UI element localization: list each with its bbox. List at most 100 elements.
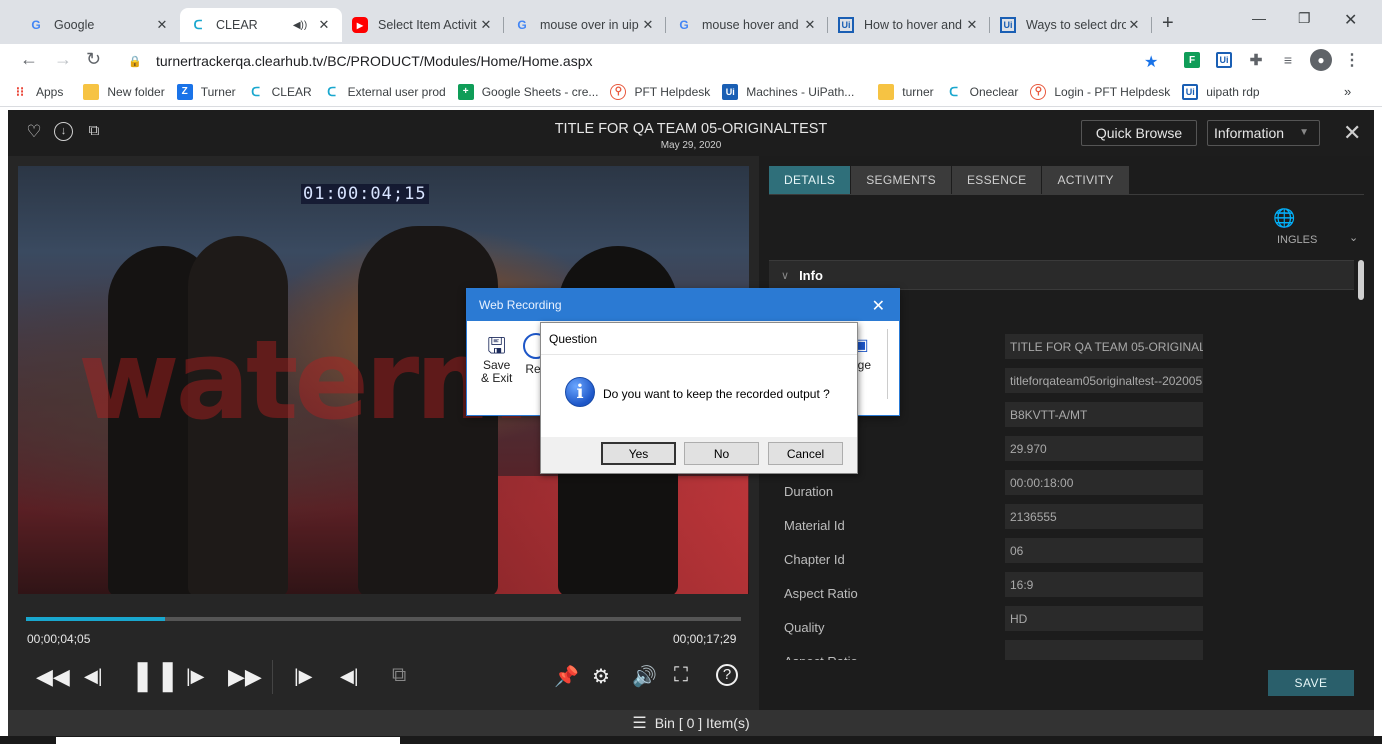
no-button[interactable]: No [684, 442, 759, 465]
browser-tab-mouse-over[interactable]: G mouse over in uip ✕ [504, 8, 666, 42]
rewind-icon[interactable]: ◀◀ [36, 664, 70, 690]
bookmark-turner-folder[interactable]: turner [878, 83, 934, 100]
close-tab-icon[interactable]: ✕ [802, 17, 818, 33]
bookmark-pft-helpdesk[interactable]: ⚲ PFT Helpdesk [610, 83, 710, 100]
forward-arrow-icon[interactable]: → [54, 49, 72, 70]
globe-icon[interactable]: 🌐 [1273, 208, 1295, 229]
tab-title: How to hover and [864, 18, 962, 32]
browser-tab-how-to-hover[interactable]: Ui How to hover and ✕ [828, 8, 990, 42]
url-text: turnertrackerqa.clearhub.tv/BC/PRODUCT/M… [156, 53, 593, 69]
new-tab-plus-icon[interactable]: + [1162, 12, 1174, 35]
extensions-puzzle-icon[interactable]: ✚ [1248, 52, 1264, 69]
bin-bar[interactable]: ☰ Bin [ 0 ] Item(s) [8, 710, 1374, 736]
fullscreen-icon[interactable]: ⛶ [674, 664, 688, 687]
uipath-extension-icon[interactable]: Ui [1216, 52, 1232, 68]
bookmark-login-pft-helpdesk[interactable]: ⚲ Login - PFT Helpdesk [1030, 83, 1170, 100]
close-icon[interactable]: ✕ [1343, 120, 1361, 146]
tab-title: Ways to select dro [1026, 18, 1126, 32]
field-material-id[interactable]: 2136555 [1005, 504, 1203, 529]
scrollbar-thumb[interactable] [1358, 260, 1364, 300]
chevron-down-icon[interactable]: ⌄ [1349, 231, 1358, 244]
bookmark-star-icon[interactable]: ★ [1144, 52, 1158, 72]
bookmark-external-user-prod[interactable]: ᑕ External user prod [324, 84, 445, 100]
close-tab-icon[interactable]: ✕ [478, 17, 494, 33]
field-duration[interactable]: 00:00:18:00 [1005, 470, 1203, 495]
media-queue-icon[interactable]: ≡ [1280, 52, 1296, 68]
save-exit-button[interactable]: 🖫 Save & Exit [481, 333, 512, 385]
back-arrow-icon[interactable]: ← [20, 49, 38, 70]
window-close-icon[interactable]: ✕ [1344, 10, 1357, 30]
bookmarks-bar: ⁝⁝ Apps New folder Z Turner ᑕ CLEAR ᑕ Extern… [0, 77, 1382, 107]
step-forward-icon[interactable]: |▶ [186, 666, 205, 687]
language-label[interactable]: INGLES [1277, 234, 1317, 246]
tab-segments[interactable]: SEGMENTS [851, 166, 951, 194]
sheets-extension-icon[interactable]: F [1184, 52, 1200, 68]
settings-gear-icon[interactable]: ⚙ [592, 664, 610, 689]
tab-activity[interactable]: ACTIVITY [1042, 166, 1129, 194]
field-chapter-id[interactable]: 06 [1005, 538, 1203, 563]
info-section-title: Info [799, 267, 823, 283]
tab-details[interactable]: DETAILS [769, 166, 851, 194]
field-filename[interactable]: titleforqateam05originaltest--202005 [1005, 368, 1203, 393]
browser-tab-google[interactable]: G Google ✕ [18, 8, 180, 42]
bookmark-apps[interactable]: ⁝⁝ Apps [12, 84, 64, 100]
field-title[interactable]: TITLE FOR QA TEAM 05-ORIGINALTE [1005, 334, 1203, 359]
yes-button[interactable]: Yes [601, 442, 676, 465]
youtube-icon: ▶ [352, 17, 368, 33]
browser-tab-select-item[interactable]: ▶ Select Item Activit ✕ [342, 8, 504, 42]
more-bookmarks-chevron[interactable]: » [1344, 84, 1351, 99]
restore-icon[interactable]: ❐ [1298, 10, 1311, 27]
information-select[interactable]: Information ▼ [1207, 120, 1320, 146]
fast-forward-icon[interactable]: ▶▶ [228, 664, 262, 690]
bookmark-clear[interactable]: ᑕ CLEAR [248, 84, 311, 100]
bookmark-turner[interactable]: Z Turner [176, 83, 236, 100]
bookmark-machines-uipath[interactable]: Ui Machines - UiPath... [722, 83, 854, 100]
browser-tab-ways-to-select[interactable]: Ui Ways to select dro ✕ [990, 8, 1152, 42]
browser-toolbar: ← → ↻ 🔒 turnertrackerqa.clearhub.tv/BC/P… [0, 44, 1382, 77]
browser-tab-mouse-hover[interactable]: G mouse hover and ✕ [666, 8, 828, 42]
step-back-icon[interactable]: ◀| [84, 666, 103, 687]
bookmark-oneclear[interactable]: ᑕ Oneclear [946, 84, 1018, 100]
mark-in-icon[interactable]: |▶ [294, 666, 313, 687]
seek-bar[interactable] [26, 617, 741, 621]
close-tab-icon[interactable]: ✕ [1126, 17, 1142, 33]
field-frame-rate[interactable]: 29.970 [1005, 436, 1203, 461]
tab-title: mouse over in uip [540, 18, 639, 32]
bookmark-google-sheets[interactable]: + Google Sheets - cre... [457, 83, 598, 100]
tab-essence[interactable]: ESSENCE [951, 166, 1042, 194]
bookmark-uipath-rdp[interactable]: Ui uipath rdp [1182, 83, 1260, 100]
close-icon[interactable]: ✕ [872, 296, 885, 316]
close-tab-icon[interactable]: ✕ [154, 17, 170, 33]
add-clip-icon[interactable]: ⧉ [392, 664, 406, 687]
close-tab-icon[interactable]: ✕ [964, 17, 980, 33]
browser-menu-kebab-icon[interactable]: ⋮ [1344, 52, 1360, 69]
profile-avatar-icon[interactable]: ● [1310, 49, 1332, 71]
cancel-button[interactable]: Cancel [768, 442, 843, 465]
field-aspect-ratio-2[interactable] [1005, 640, 1203, 660]
field-label: Duration [784, 484, 834, 499]
volume-icon[interactable]: 🔊 [632, 664, 657, 689]
field-label: Aspect Ratio [784, 586, 858, 601]
save-button[interactable]: SAVE [1268, 670, 1354, 696]
address-bar[interactable]: 🔒 turnertrackerqa.clearhub.tv/BC/PRODUCT… [122, 47, 1172, 75]
close-tab-icon[interactable]: ✕ [640, 17, 656, 33]
pin-icon[interactable]: 📌 [554, 664, 579, 689]
info-section-header[interactable]: ∨ Info [769, 260, 1354, 290]
player-controls: ◀◀ ◀| ❚❚ |▶ ▶▶ |▶ ◀| ⧉ 📌 ⚙ 🔊 ⛶ ? [18, 656, 749, 700]
field-quality[interactable]: HD [1005, 606, 1203, 631]
field-house-id[interactable]: B8KVTT-A/MT [1005, 402, 1203, 427]
audio-playing-icon[interactable]: ◀)) [292, 20, 308, 31]
uipath-icon: Ui [838, 17, 854, 33]
close-tab-icon[interactable]: ✕ [316, 17, 332, 33]
mark-out-icon[interactable]: ◀| [340, 666, 359, 687]
browser-tab-clear[interactable]: ᑕ CLEAR ◀)) ✕ [180, 8, 342, 42]
minimize-icon[interactable]: — [1252, 10, 1266, 26]
clear-icon: ᑕ [251, 84, 260, 99]
quick-browse-button[interactable]: Quick Browse [1081, 120, 1197, 146]
field-aspect-ratio[interactable]: 16:9 [1005, 572, 1203, 597]
bookmark-new-folder[interactable]: New folder [83, 83, 165, 100]
total-duration: 00;00;17;29 [673, 632, 737, 646]
reload-icon[interactable]: ↻ [86, 49, 101, 70]
pause-icon[interactable]: ❚❚ [130, 658, 180, 693]
help-icon[interactable]: ? [716, 664, 738, 686]
